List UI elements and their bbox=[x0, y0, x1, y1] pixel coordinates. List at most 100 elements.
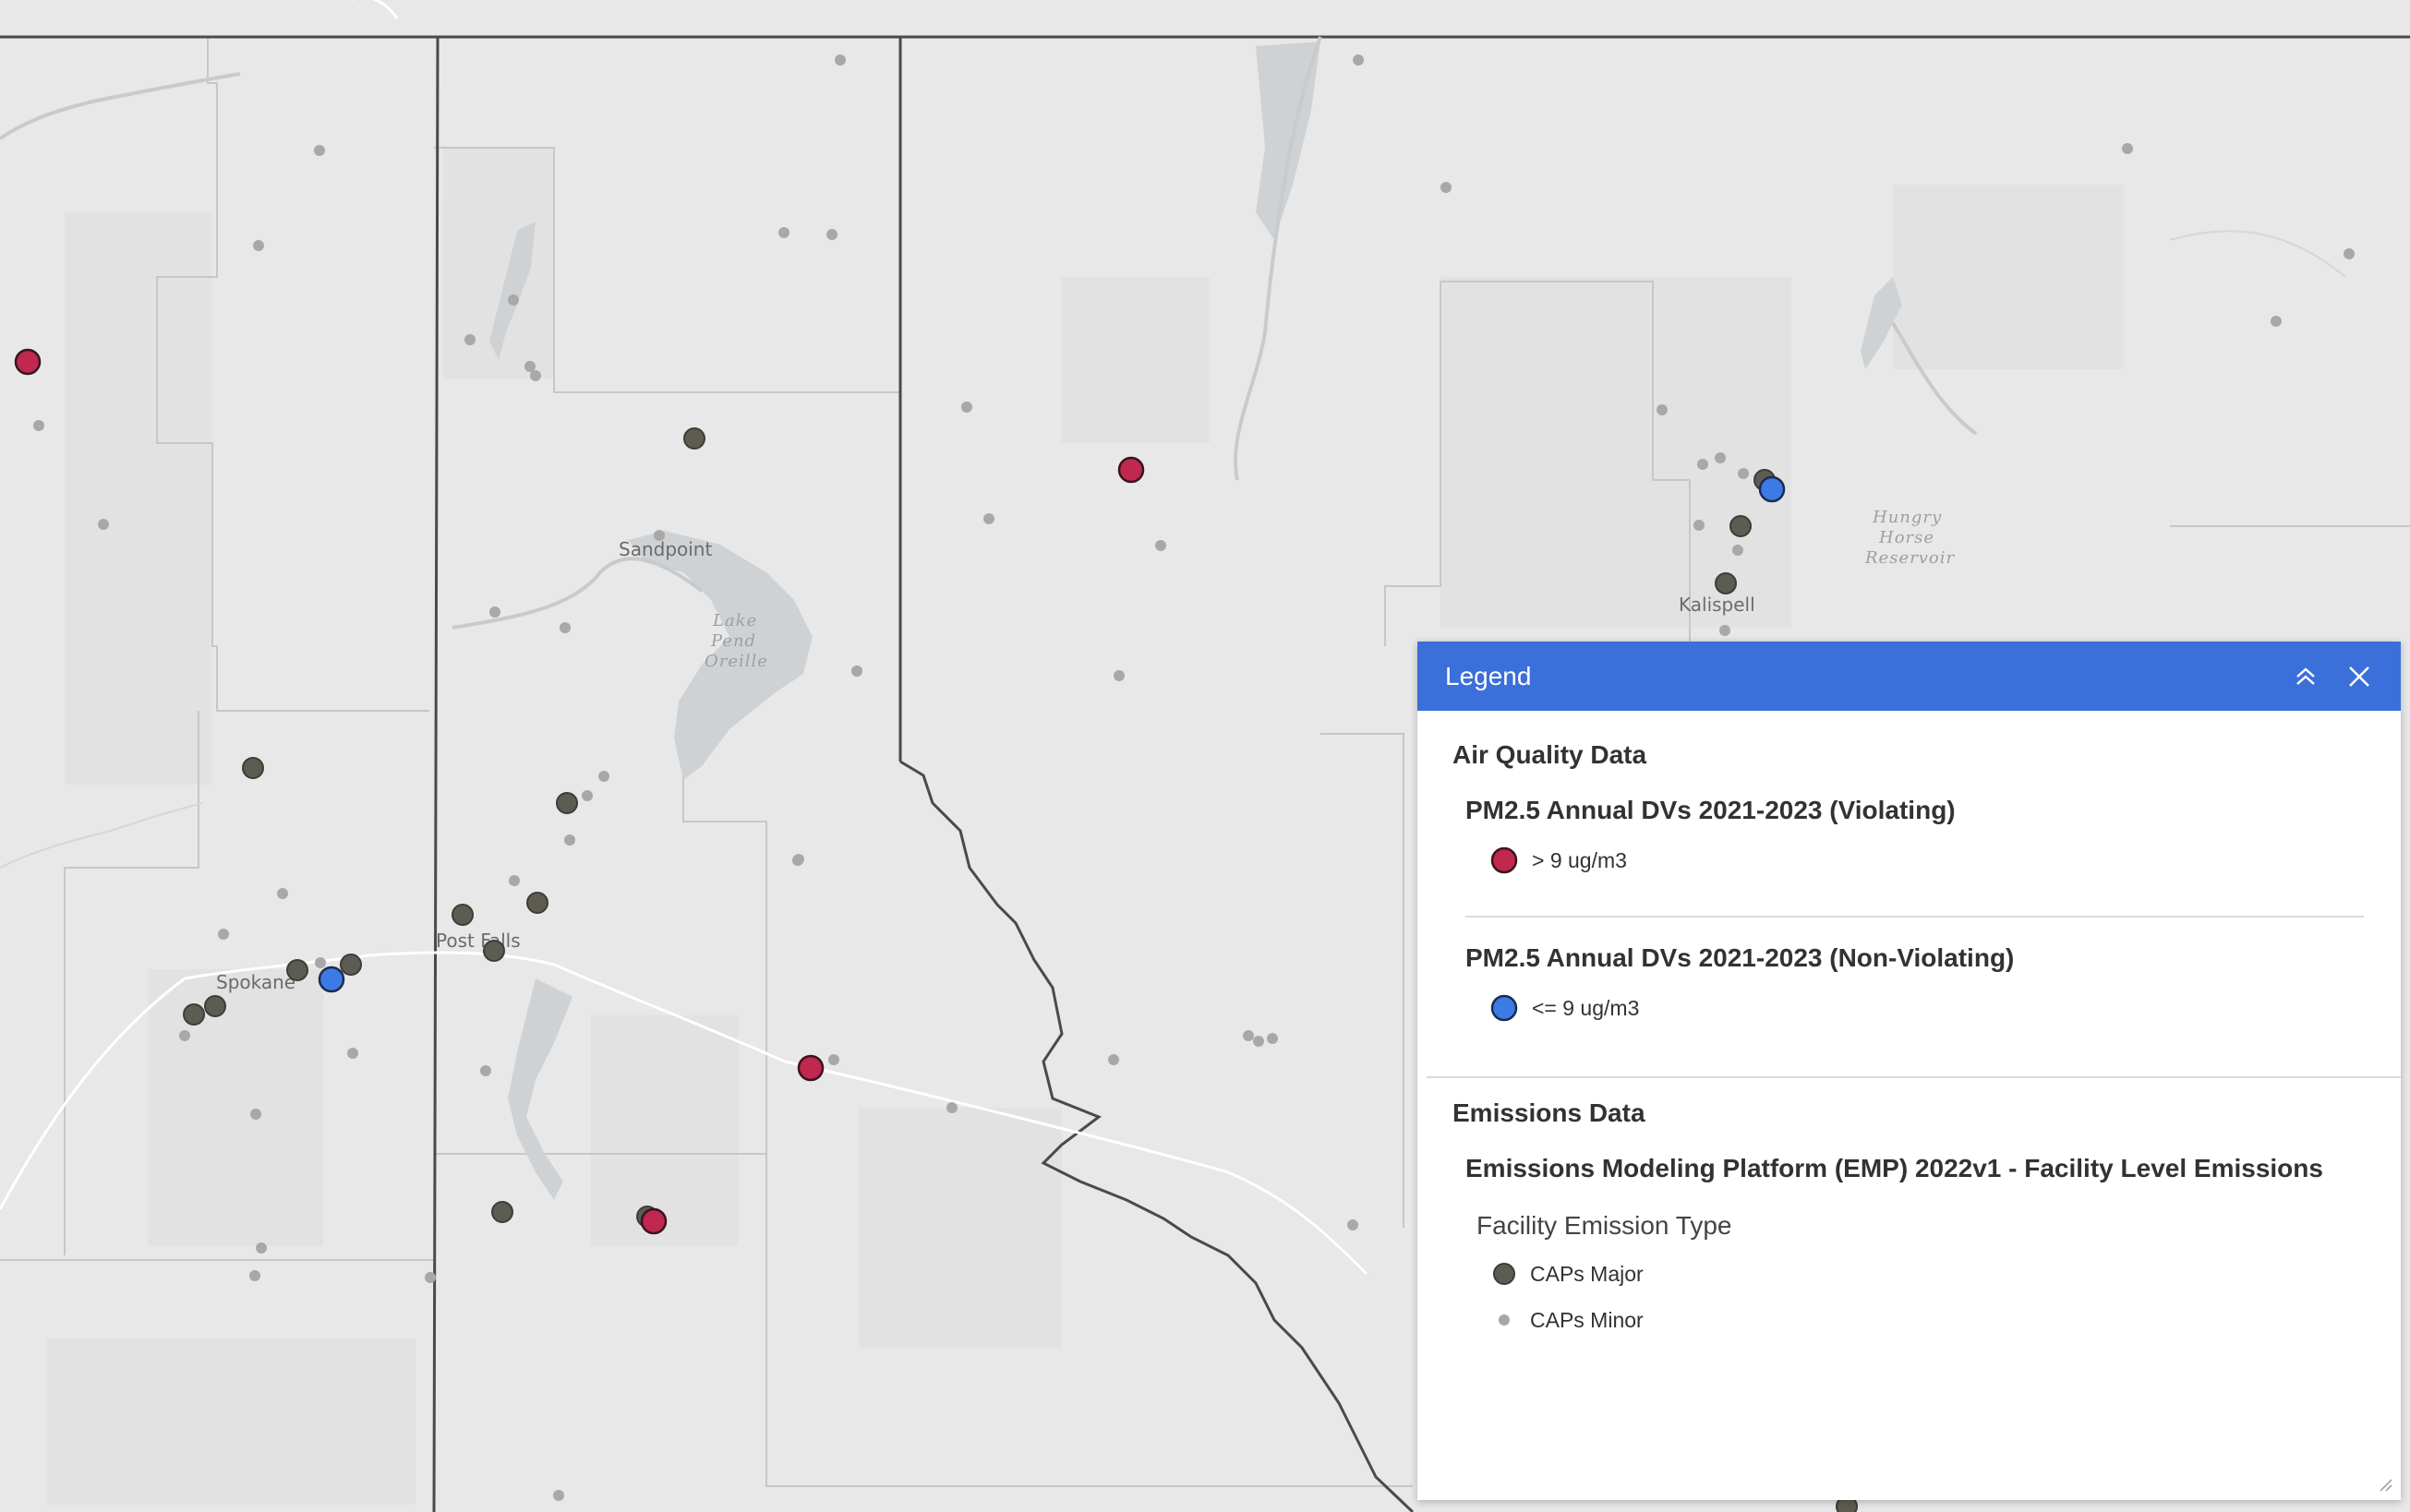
pm25-violating-point bbox=[14, 348, 42, 376]
caps-major-point bbox=[483, 940, 505, 962]
collapse-icon[interactable] bbox=[2292, 663, 2320, 690]
non-violating-symbol-icon bbox=[1490, 994, 1518, 1022]
caps-minor-point bbox=[1243, 1030, 1254, 1041]
caps-minor-point bbox=[1719, 625, 1730, 636]
caps-minor-point bbox=[1353, 54, 1364, 66]
caps-minor-point bbox=[560, 622, 571, 633]
caps-major-point bbox=[683, 427, 705, 450]
non-violating-layer-title: PM2.5 Annual DVs 2021-2023 (Non-Violatin… bbox=[1465, 943, 2015, 972]
caps-major-legend-label: CAPs Major bbox=[1530, 1261, 1644, 1286]
caps-minor-point bbox=[347, 1048, 358, 1059]
svg-text:Hungry: Hungry bbox=[1872, 508, 1942, 527]
caps-minor-point bbox=[1253, 1036, 1264, 1047]
emissions-section-title: Emissions Data bbox=[1452, 1098, 1645, 1127]
place-label-sandpoint: Sandpoint bbox=[619, 538, 712, 560]
caps-minor-point bbox=[314, 145, 325, 156]
caps-minor-point bbox=[1108, 1054, 1119, 1065]
caps-minor-point bbox=[654, 530, 665, 541]
caps-major-point bbox=[340, 954, 362, 976]
caps-minor-point bbox=[425, 1272, 436, 1283]
place-label-post-falls: Post Falls bbox=[436, 930, 521, 952]
caps-minor-point bbox=[1114, 670, 1125, 681]
caps-minor-point bbox=[256, 1242, 267, 1254]
caps-minor-point bbox=[179, 1030, 190, 1041]
caps-major-symbol-icon bbox=[1493, 1263, 1515, 1285]
svg-text:Lake: Lake bbox=[712, 611, 757, 630]
caps-minor-point bbox=[530, 370, 541, 381]
legend-header: Legend bbox=[1417, 642, 2401, 711]
caps-minor-point bbox=[835, 54, 846, 66]
legend-title: Legend bbox=[1445, 661, 1532, 690]
non-violating-legend-label: <= 9 ug/m3 bbox=[1532, 995, 1640, 1020]
caps-minor-point bbox=[2122, 143, 2133, 154]
legend-divider bbox=[1465, 916, 2364, 918]
caps-minor-point bbox=[464, 334, 476, 345]
caps-minor-point bbox=[250, 1109, 261, 1120]
caps-minor-point bbox=[1738, 468, 1749, 479]
caps-major-point bbox=[204, 995, 226, 1017]
caps-minor-point bbox=[961, 402, 972, 413]
violating-layer-title: PM2.5 Annual DVs 2021-2023 (Violating) bbox=[1465, 796, 1956, 824]
caps-minor-point bbox=[598, 771, 609, 782]
caps-minor-point bbox=[983, 513, 994, 524]
svg-text:Horse: Horse bbox=[1878, 528, 1934, 547]
caps-minor-point bbox=[792, 855, 803, 866]
violating-legend-label: > 9 ug/m3 bbox=[1532, 847, 1627, 872]
legend-panel: Legend Air Quality Data PM2.5 Annual DVs… bbox=[1417, 642, 2401, 1500]
caps-minor-point bbox=[826, 229, 837, 240]
svg-text:Reservoir: Reservoir bbox=[1864, 548, 1955, 568]
caps-minor-point bbox=[489, 606, 500, 618]
caps-major-legend-item: CAPs Major bbox=[1491, 1261, 2401, 1287]
caps-minor-point bbox=[553, 1490, 564, 1501]
pm25-non-violating-point bbox=[318, 966, 345, 993]
caps-minor-point bbox=[2344, 248, 2355, 259]
pm25-non-violating-point bbox=[1758, 475, 1786, 503]
pm25-violating-point bbox=[797, 1054, 825, 1082]
caps-major-point bbox=[1715, 572, 1737, 594]
pm25-violating-point bbox=[1117, 456, 1145, 484]
caps-minor-point bbox=[98, 519, 109, 530]
caps-minor-point bbox=[1715, 452, 1726, 463]
caps-minor-point bbox=[253, 240, 264, 251]
section-divider bbox=[1427, 1076, 2401, 1078]
caps-major-point bbox=[452, 904, 474, 926]
place-label-spokane: Spokane bbox=[216, 971, 295, 993]
caps-minor-point bbox=[315, 957, 326, 968]
air-quality-section-title: Air Quality Data bbox=[1452, 740, 1647, 769]
caps-major-point bbox=[242, 757, 264, 779]
resize-grip-icon[interactable] bbox=[2377, 1476, 2393, 1493]
svg-text:Pend: Pend bbox=[710, 631, 756, 651]
caps-minor-point bbox=[828, 1054, 839, 1065]
caps-minor-point bbox=[564, 834, 575, 846]
caps-minor-legend-item: CAPs Minor bbox=[1491, 1307, 2401, 1333]
caps-minor-point bbox=[1657, 404, 1668, 415]
close-icon[interactable] bbox=[2345, 663, 2373, 690]
svg-text:Oreille: Oreille bbox=[705, 652, 768, 671]
pm25-violating-point bbox=[640, 1207, 668, 1235]
caps-minor-legend-label: CAPs Minor bbox=[1530, 1307, 1644, 1332]
caps-minor-point bbox=[582, 790, 593, 801]
caps-major-point bbox=[526, 892, 548, 914]
caps-minor-point bbox=[218, 929, 229, 940]
caps-minor-point bbox=[1732, 545, 1743, 556]
caps-minor-point bbox=[1267, 1033, 1278, 1044]
caps-major-point bbox=[286, 959, 308, 981]
emission-type-field-title: Facility Emission Type bbox=[1476, 1211, 1732, 1240]
caps-minor-point bbox=[480, 1065, 491, 1076]
caps-minor-point bbox=[1697, 459, 1708, 470]
caps-minor-point bbox=[851, 666, 862, 677]
caps-minor-point bbox=[524, 361, 536, 372]
caps-minor-point bbox=[33, 420, 44, 431]
caps-minor-point bbox=[1693, 520, 1705, 531]
caps-minor-point bbox=[249, 1270, 260, 1281]
violating-legend-item: > 9 ug/m3 bbox=[1489, 846, 2401, 875]
violating-symbol-icon bbox=[1490, 846, 1518, 874]
caps-major-point bbox=[556, 792, 578, 814]
caps-minor-point bbox=[509, 875, 520, 886]
caps-minor-point bbox=[1440, 182, 1452, 193]
caps-major-point bbox=[491, 1201, 513, 1223]
caps-minor-point bbox=[1347, 1219, 1358, 1230]
caps-minor-point bbox=[277, 888, 288, 899]
caps-minor-point bbox=[2271, 316, 2282, 327]
caps-major-point bbox=[183, 1003, 205, 1026]
